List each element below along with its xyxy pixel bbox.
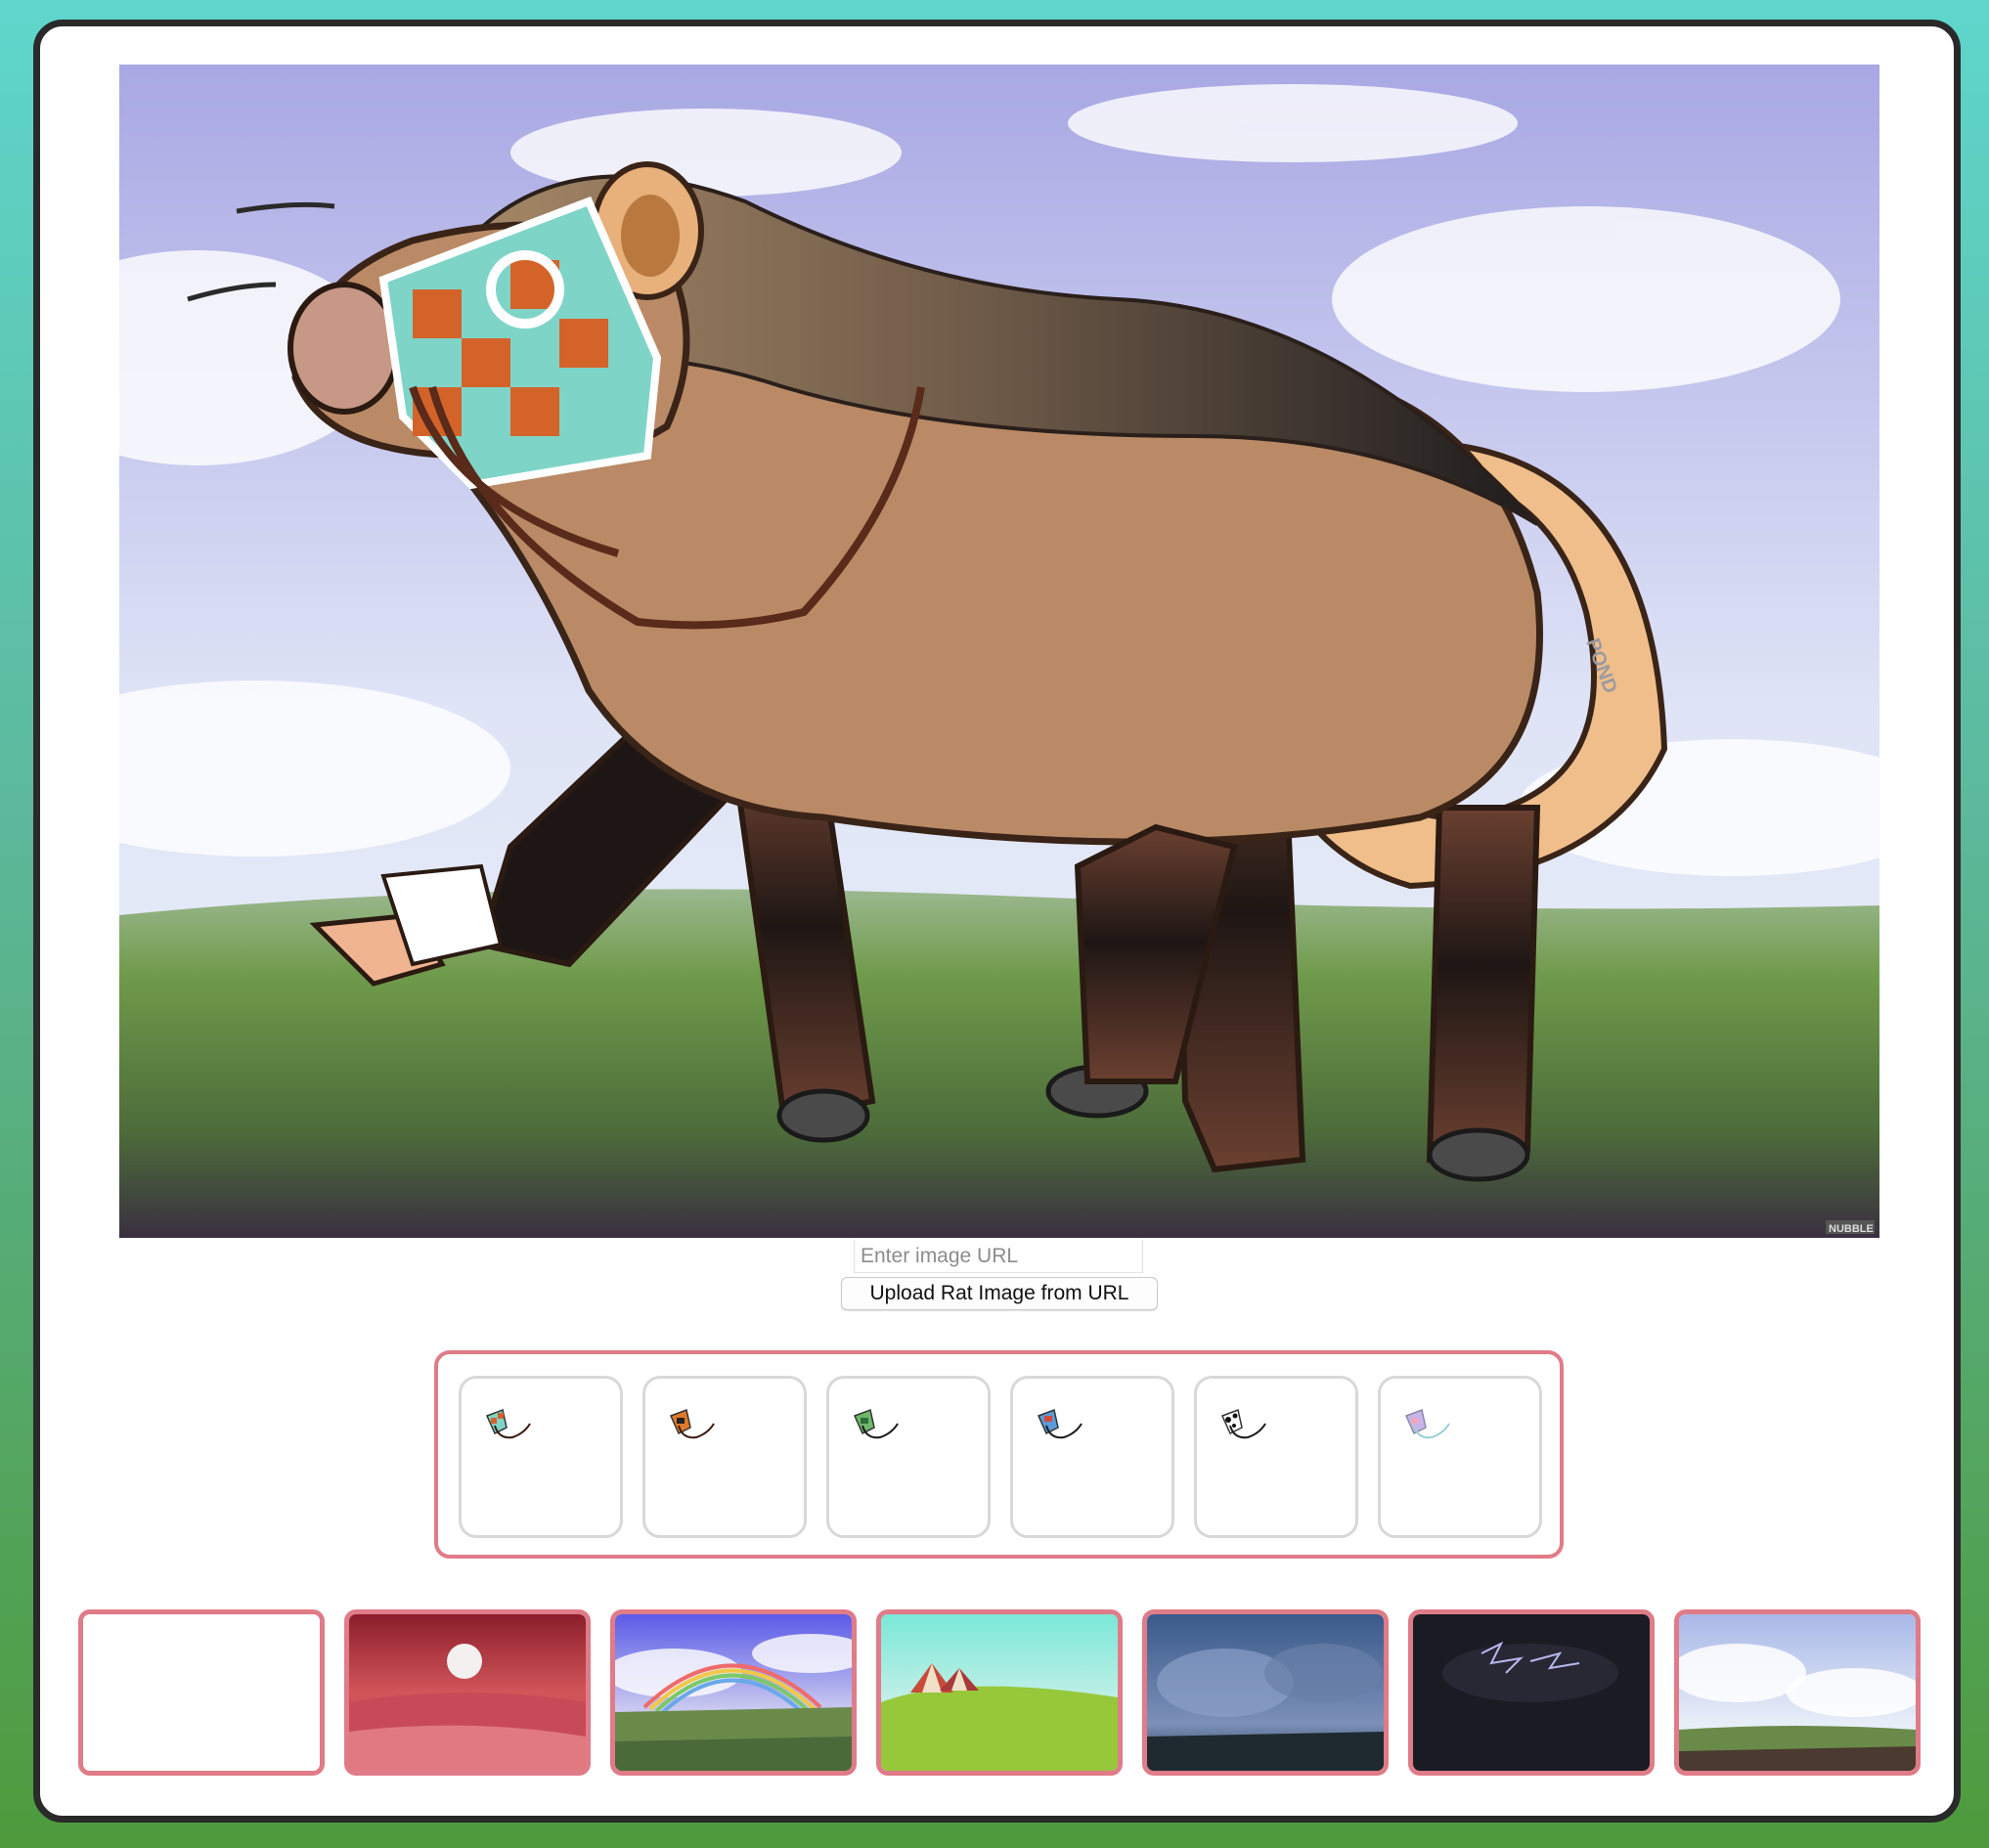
upload-rat-image-button[interactable]: Upload Rat Image from URL	[841, 1277, 1158, 1310]
blank-background	[83, 1614, 320, 1771]
accessory-slot-1[interactable]	[459, 1376, 623, 1538]
accessory-slot-5[interactable]	[1194, 1376, 1358, 1538]
background-option-lightning[interactable]	[1408, 1609, 1655, 1776]
image-url-input[interactable]	[854, 1240, 1143, 1273]
watermark: NUBBLE	[1829, 1223, 1874, 1235]
accessory-slot-2[interactable]	[642, 1376, 807, 1538]
green-mask-bridle-icon	[853, 1408, 899, 1439]
background-option-cloudy-meadow[interactable]	[1674, 1609, 1921, 1776]
orange-black-mask-bridle-icon	[669, 1408, 715, 1439]
background-option-stormy[interactable]	[1142, 1609, 1389, 1776]
background-option-circus[interactable]	[876, 1609, 1123, 1776]
cow-print-mask-bridle-icon	[1220, 1408, 1266, 1439]
checkered-mask-bridle-icon	[485, 1408, 531, 1439]
background-option-rainbow[interactable]	[610, 1609, 857, 1776]
accessory-slot-6[interactable]	[1378, 1376, 1542, 1538]
pastel-mask-bridle-icon	[1404, 1408, 1450, 1439]
background-option-red-moon[interactable]	[344, 1609, 591, 1776]
rainbow-field-background	[615, 1614, 852, 1771]
accessory-slot-3[interactable]	[826, 1376, 991, 1538]
accessory-picker	[434, 1350, 1564, 1559]
cloudy-meadow-background	[1679, 1614, 1916, 1771]
accessory-slot-4[interactable]	[1010, 1376, 1174, 1538]
circus-tent-background	[881, 1614, 1118, 1771]
stormy-plains-background	[1147, 1614, 1384, 1771]
background-option-blank[interactable]	[78, 1609, 325, 1776]
red-moon-background	[349, 1614, 586, 1771]
lightning-night-background	[1413, 1614, 1650, 1771]
blue-red-mask-bridle-icon	[1037, 1408, 1083, 1439]
rat-preview-image: POND NUBBLE	[119, 65, 1879, 1238]
